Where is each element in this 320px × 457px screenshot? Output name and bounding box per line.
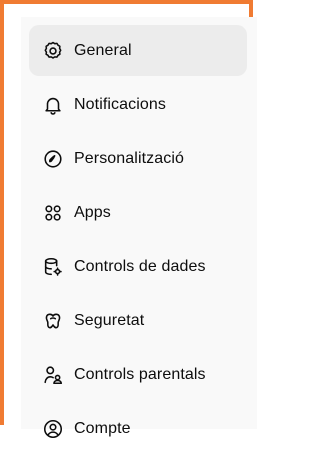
sidebar-item-label: Apps — [74, 203, 111, 221]
sidebar-item-parental-controls[interactable]: Controls parentals — [29, 349, 247, 400]
sidebar-item-personalization[interactable]: Personalització — [29, 133, 247, 184]
sidebar-item-data-controls[interactable]: Controls de dades — [29, 241, 247, 292]
apps-grid-icon — [42, 202, 64, 224]
parental-controls-icon — [42, 364, 64, 386]
sidebar-item-notifications[interactable]: Notificacions — [29, 79, 247, 130]
account-icon — [42, 418, 64, 440]
sidebar-item-label: Controls de dades — [74, 257, 206, 275]
settings-sidebar: General Notificacions Personalització Ap… — [21, 17, 257, 438]
sidebar-item-label: General — [74, 41, 132, 59]
screenshot-frame: General Notificacions Personalització Ap… — [0, 0, 257, 438]
settings-menu: General Notificacions Personalització Ap… — [29, 25, 247, 457]
sidebar-item-apps[interactable]: Apps — [29, 187, 247, 238]
database-settings-icon — [42, 256, 64, 278]
sidebar-item-label: Compte — [74, 419, 131, 437]
sidebar-item-label: Seguretat — [74, 311, 145, 329]
sidebar-item-general[interactable]: General — [29, 25, 247, 76]
sidebar-item-label: Personalització — [74, 149, 184, 167]
customize-icon — [42, 148, 64, 170]
sidebar-item-security[interactable]: Seguretat — [29, 295, 247, 346]
bell-icon — [42, 94, 64, 116]
sidebar-item-label: Controls parentals — [74, 365, 206, 383]
sidebar-item-account[interactable]: Compte — [29, 403, 247, 454]
gear-icon — [42, 40, 64, 62]
sidebar-item-label: Notificacions — [74, 95, 167, 113]
security-icon — [42, 310, 64, 332]
